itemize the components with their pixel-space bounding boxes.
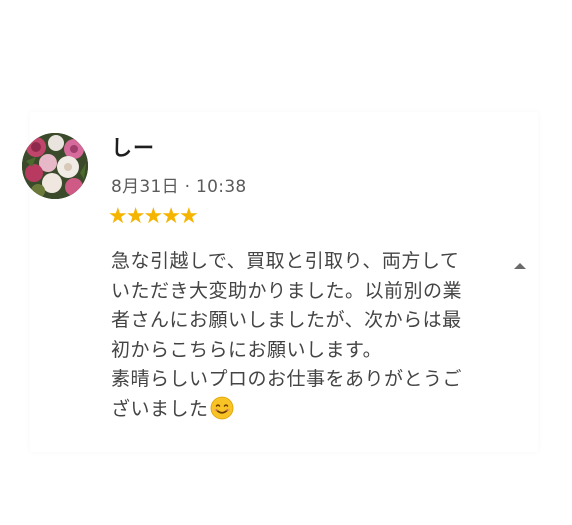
review-text-line: 者さんにお願いしましたが、次からは最: [111, 309, 462, 331]
chevron-up-icon: [514, 263, 526, 269]
star-icon: ★: [108, 204, 128, 229]
review-text: 急な引越しで、買取と引取り、両方して いただき大変助かりました。以前別の業 者さ…: [111, 247, 481, 424]
star-rating: ★★★★★: [108, 204, 199, 229]
star-icon: ★: [178, 204, 199, 229]
smiling-face-icon: [210, 396, 234, 420]
star-icon: ★: [143, 204, 163, 229]
review-text-last-line: ざいました: [111, 395, 481, 425]
review-text-line: 初からこちらにお願いします。: [111, 338, 383, 361]
review-text-line: 素晴らしいプロのお仕事をありがとうご: [111, 368, 463, 390]
reviewer-name[interactable]: しー: [111, 132, 155, 162]
collapse-button[interactable]: [510, 258, 530, 274]
avatar[interactable]: [22, 133, 88, 199]
review-text-line: 急な引越しで、買取と引取り、両方して: [111, 250, 460, 272]
review-text-line: いただき大変助かりました。以前別の業: [111, 279, 463, 302]
review-date: 8月31日 · 10:38: [111, 177, 247, 197]
star-icon: ★: [125, 204, 146, 229]
star-icon: ★: [161, 204, 181, 229]
flower-bouquet-image: [22, 133, 88, 199]
review-text-line: ざいました: [111, 397, 209, 420]
